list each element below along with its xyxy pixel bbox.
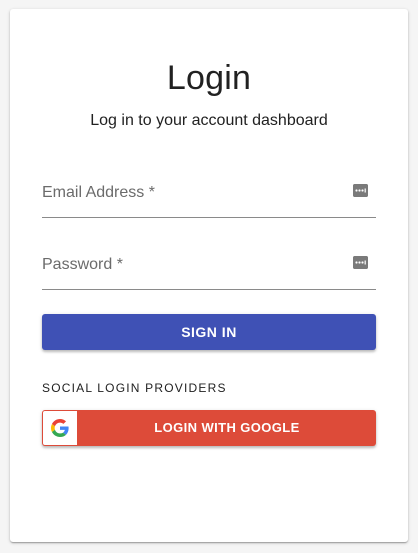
page-title: Login bbox=[166, 59, 252, 97]
social-providers-heading: SOCIAL LOGIN PROVIDERS bbox=[42, 381, 227, 395]
google-login-label: LOGIN WITH GOOGLE bbox=[154, 420, 300, 435]
password-input[interactable] bbox=[42, 253, 342, 287]
email-field[interactable]: Email Address * bbox=[42, 181, 376, 218]
email-input[interactable] bbox=[42, 181, 342, 215]
page-subtitle: Log in to your account dashboard bbox=[90, 112, 328, 129]
google-logo-icon bbox=[43, 411, 77, 445]
sign-in-button[interactable]: SIGN IN bbox=[42, 314, 376, 350]
password-key-icon[interactable] bbox=[353, 256, 368, 269]
login-card: Login Log in to your account dashboard E… bbox=[10, 9, 408, 542]
password-field[interactable]: Password * bbox=[42, 253, 376, 290]
google-login-button[interactable]: LOGIN WITH GOOGLE bbox=[42, 410, 376, 446]
password-key-icon[interactable] bbox=[353, 184, 368, 197]
